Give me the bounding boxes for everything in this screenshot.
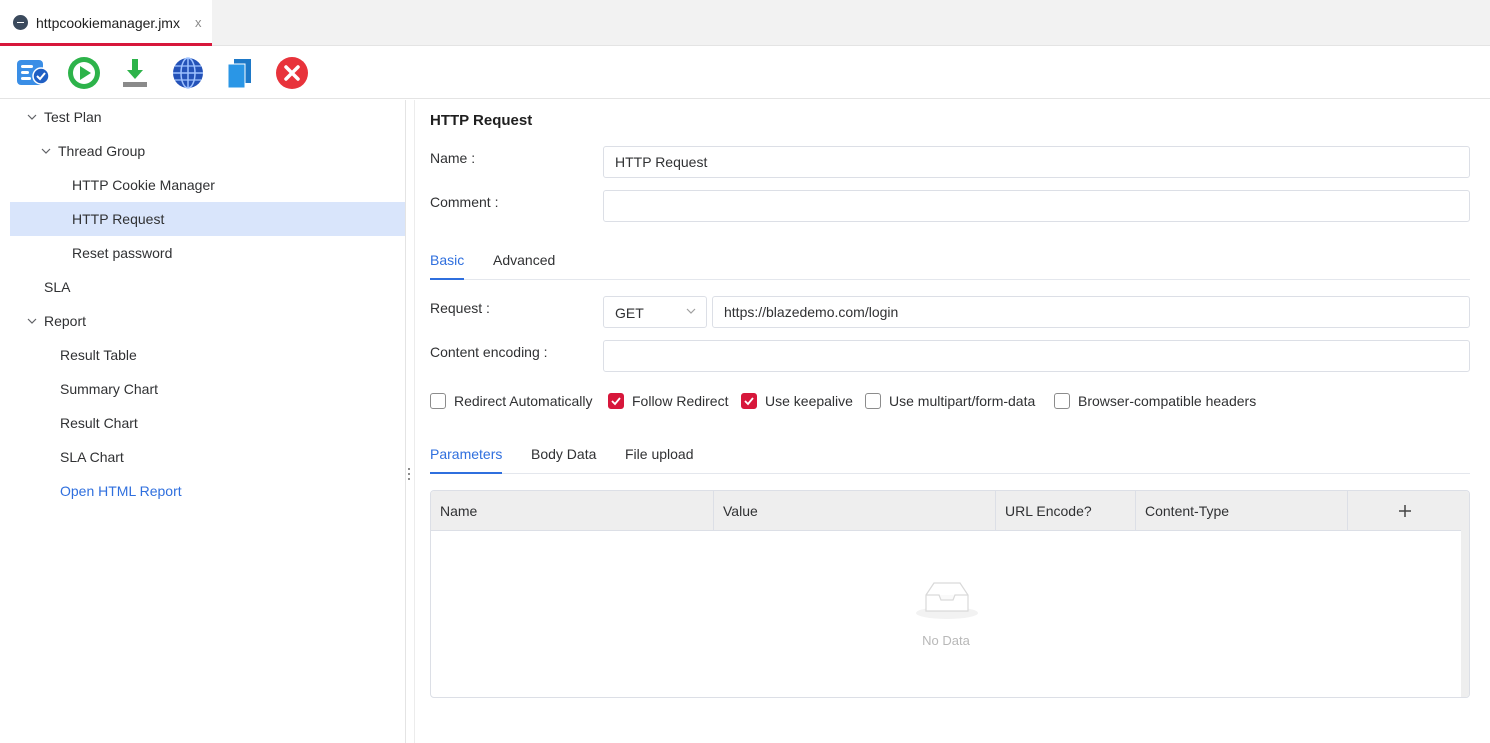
- tree-item-label: SLA: [44, 279, 71, 295]
- tree-item-label: HTTP Cookie Manager: [72, 177, 215, 193]
- tree-item-summary-chart[interactable]: Summary Chart: [10, 372, 405, 406]
- tree-item-label: Report: [44, 313, 87, 329]
- follow-redirect-checkbox[interactable]: Follow Redirect: [608, 392, 728, 410]
- globe-icon[interactable]: [171, 56, 205, 90]
- name-label: Name :: [430, 150, 476, 166]
- table-scrollbar[interactable]: [1461, 491, 1469, 697]
- url-input[interactable]: [712, 296, 1470, 328]
- tree-item-label: Test Plan: [44, 109, 102, 125]
- comment-input[interactable]: [603, 190, 1470, 222]
- tree-item-label: Reset password: [72, 245, 173, 261]
- chevron-down-icon[interactable]: [41, 146, 51, 156]
- column-header-value: Value: [714, 491, 996, 531]
- download-icon[interactable]: [119, 56, 153, 90]
- tree-item-sla[interactable]: SLA: [10, 270, 405, 304]
- chevron-down-icon: [686, 308, 696, 314]
- config-tabs: Basic Advanced: [430, 250, 1470, 280]
- file-icon: [13, 15, 28, 30]
- checkbox-label: Browser-compatible headers: [1078, 393, 1257, 409]
- checkbox-box[interactable]: [1054, 393, 1070, 409]
- test-plan-tree: Test Plan Thread Group HTTP Cookie Manag…: [10, 100, 405, 743]
- column-header-name: Name: [431, 491, 714, 531]
- file-tab[interactable]: httpcookiemanager.jmx x: [0, 0, 212, 46]
- tab-basic[interactable]: Basic: [430, 250, 465, 280]
- chevron-down-icon[interactable]: [27, 316, 37, 326]
- use-multipart-checkbox[interactable]: Use multipart/form-data: [865, 392, 1035, 410]
- tab-body-data[interactable]: Body Data: [531, 444, 596, 474]
- close-tab-button[interactable]: x: [195, 16, 202, 30]
- pane-divider: [405, 100, 406, 743]
- empty-inbox-icon: [916, 582, 978, 619]
- tree-item-result-table[interactable]: Result Table: [10, 338, 405, 372]
- tree-item-label: Thread Group: [58, 143, 146, 159]
- column-header-url-encode: URL Encode?: [996, 491, 1136, 531]
- request-label: Request :: [430, 300, 490, 316]
- tree-item-label: SLA Chart: [60, 449, 124, 465]
- tree-item-thread-group[interactable]: Thread Group: [10, 134, 405, 168]
- request-body-tabs: Parameters Body Data File upload: [430, 444, 1470, 474]
- tab-parameters[interactable]: Parameters: [430, 444, 503, 474]
- tree-item-report[interactable]: Report: [10, 304, 405, 338]
- file-tab-title: httpcookiemanager.jmx: [36, 15, 180, 31]
- checkbox-label: Follow Redirect: [632, 393, 729, 409]
- pane-divider-right: [414, 100, 415, 743]
- tree-item-reset-password[interactable]: Reset password: [10, 236, 405, 270]
- comment-label: Comment :: [430, 194, 499, 210]
- checkbox-box[interactable]: [741, 393, 757, 409]
- add-row-icon[interactable]: [1397, 503, 1413, 519]
- validate-plan-icon[interactable]: [16, 56, 50, 90]
- content-encoding-input[interactable]: [603, 340, 1470, 372]
- tree-item-http-request[interactable]: HTTP Request: [10, 202, 405, 236]
- chevron-down-icon[interactable]: [27, 112, 37, 122]
- name-input[interactable]: [603, 146, 1470, 178]
- open-html-report-link[interactable]: Open HTML Report: [10, 474, 405, 508]
- checkbox-label: Use keepalive: [765, 393, 853, 409]
- tree-item-test-plan[interactable]: Test Plan: [10, 100, 405, 134]
- stop-icon[interactable]: [275, 56, 309, 90]
- checkbox-box[interactable]: [865, 393, 881, 409]
- checkbox-label: Redirect Automatically: [454, 393, 593, 409]
- tab-file-upload[interactable]: File upload: [625, 444, 694, 474]
- redirect-automatically-checkbox[interactable]: Redirect Automatically: [430, 392, 593, 410]
- copy-icon[interactable]: [223, 56, 257, 90]
- column-header-content-type: Content-Type: [1136, 491, 1348, 531]
- tree-item-sla-chart[interactable]: SLA Chart: [10, 440, 405, 474]
- method-value: GET: [615, 305, 644, 321]
- content-encoding-label: Content encoding :: [430, 344, 548, 360]
- tree-item-label: Summary Chart: [60, 381, 159, 397]
- pane-resize-handle[interactable]: [408, 468, 411, 482]
- run-icon[interactable]: [67, 56, 101, 90]
- toolbar: [0, 46, 1490, 99]
- empty-state-text: No Data: [922, 633, 970, 648]
- checkbox-label: Use multipart/form-data: [889, 393, 1036, 409]
- tab-bar: httpcookiemanager.jmx x: [0, 0, 1490, 46]
- tree-item-label: Result Chart: [60, 415, 138, 431]
- browser-compatible-headers-checkbox[interactable]: Browser-compatible headers: [1054, 392, 1256, 410]
- parameters-table: Name Value URL Encode? Content-Type No D…: [430, 490, 1470, 698]
- tab-advanced[interactable]: Advanced: [493, 250, 555, 280]
- tree-item-label: Open HTML Report: [60, 483, 182, 499]
- table-header: Name Value URL Encode? Content-Type: [431, 491, 1461, 531]
- tree-item-label: Result Table: [60, 347, 137, 363]
- checkbox-box[interactable]: [608, 393, 624, 409]
- panel-title: HTTP Request: [430, 112, 533, 129]
- tree-item-label: HTTP Request: [72, 211, 165, 227]
- method-select[interactable]: GET: [603, 296, 707, 328]
- checkbox-box[interactable]: [430, 393, 446, 409]
- use-keepalive-checkbox[interactable]: Use keepalive: [741, 392, 853, 410]
- tree-item-http-cookie-manager[interactable]: HTTP Cookie Manager: [10, 168, 405, 202]
- tree-item-result-chart[interactable]: Result Chart: [10, 406, 405, 440]
